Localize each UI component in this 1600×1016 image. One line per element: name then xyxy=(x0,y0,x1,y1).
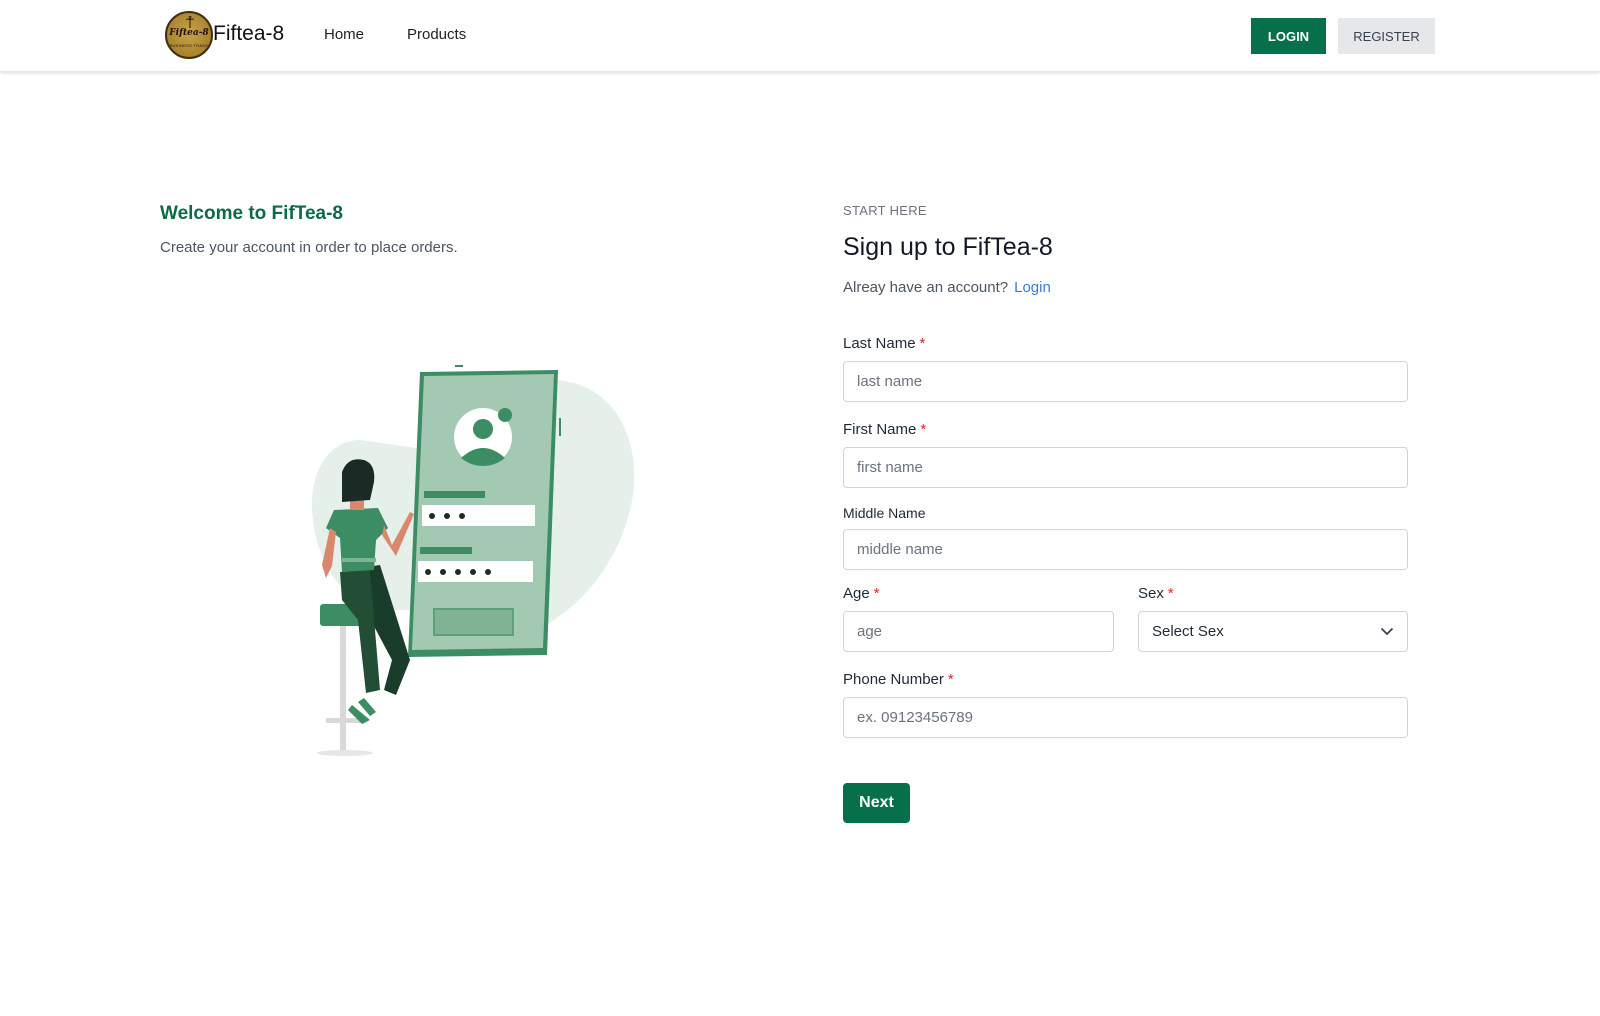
brand-name[interactable]: Fiftea-8 xyxy=(213,22,284,46)
sex-select-value: Select Sex xyxy=(1152,623,1224,640)
nav-products[interactable]: Products xyxy=(407,26,466,43)
last-name-label: Last Name * xyxy=(843,335,925,352)
last-name-label-text: Last Name xyxy=(843,335,916,352)
required-marker: * xyxy=(947,671,954,688)
form-title: Sign up to FifTea-8 xyxy=(843,233,1053,261)
logo-text: Fiftea-8 xyxy=(169,28,209,38)
logo-subtext: BUSINESS TRADE xyxy=(169,43,209,48)
nav-home[interactable]: Home xyxy=(324,26,364,43)
phone-label-text: Phone Number xyxy=(843,671,944,688)
middle-name-input[interactable] xyxy=(843,529,1408,570)
login-link[interactable]: Login xyxy=(1014,279,1051,296)
phone-input[interactable] xyxy=(843,697,1408,738)
first-name-label-text: First Name xyxy=(843,421,917,438)
age-input[interactable] xyxy=(843,611,1114,652)
have-account-label: Alreay have an account? xyxy=(843,279,1009,296)
next-button[interactable]: Next xyxy=(843,783,910,823)
chevron-down-icon xyxy=(1380,627,1394,636)
last-name-input[interactable] xyxy=(843,361,1408,402)
phone-label: Phone Number * xyxy=(843,671,954,688)
required-marker: * xyxy=(919,335,926,352)
age-label-text: Age xyxy=(843,585,870,602)
first-name-label: First Name * xyxy=(843,421,926,438)
first-name-input[interactable] xyxy=(843,447,1408,488)
sex-select[interactable]: Select Sex xyxy=(1138,611,1408,652)
required-marker: * xyxy=(920,421,927,438)
login-button[interactable]: LOGIN xyxy=(1251,18,1326,54)
phone-graphic xyxy=(408,365,561,657)
top-navbar: Fiftea-8 BUSINESS TRADE Fiftea-8 Home Pr… xyxy=(0,0,1600,72)
sex-label: Sex * xyxy=(1138,585,1174,602)
middle-name-label: Middle Name xyxy=(843,505,926,521)
sex-label-text: Sex xyxy=(1138,585,1164,602)
required-marker: * xyxy=(873,585,880,602)
palm-tree-icon xyxy=(186,16,194,28)
age-label: Age * xyxy=(843,585,880,602)
register-button[interactable]: REGISTER xyxy=(1338,18,1435,54)
logo-icon[interactable]: Fiftea-8 BUSINESS TRADE xyxy=(165,11,213,59)
signup-illustration xyxy=(311,365,635,756)
form-eyebrow: START HERE xyxy=(843,203,927,218)
welcome-heading: Welcome to FifTea-8 xyxy=(160,203,343,224)
have-account-text: Alreay have an account? Login xyxy=(843,279,1051,296)
required-marker: * xyxy=(1167,585,1174,602)
welcome-subtitle: Create your account in order to place or… xyxy=(160,239,458,256)
